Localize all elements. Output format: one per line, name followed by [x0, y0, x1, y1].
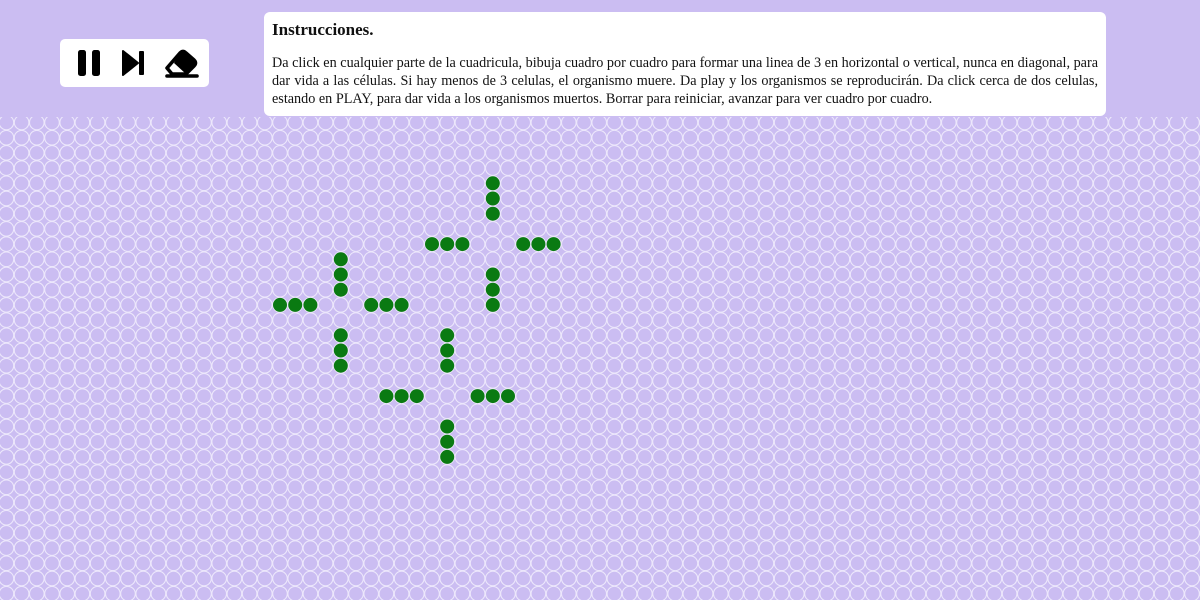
live-cell[interactable] — [394, 297, 409, 312]
live-cell[interactable] — [364, 297, 379, 312]
live-cell[interactable] — [303, 297, 318, 312]
live-cell[interactable] — [440, 358, 455, 373]
live-cell[interactable] — [485, 297, 500, 312]
live-cell[interactable] — [379, 297, 394, 312]
live-cell[interactable] — [333, 282, 348, 297]
live-cell[interactable] — [288, 297, 303, 312]
live-cell[interactable] — [333, 328, 348, 343]
live-cell[interactable] — [333, 358, 348, 373]
pause-button[interactable] — [69, 43, 109, 83]
live-cell[interactable] — [425, 237, 439, 252]
live-cell[interactable] — [440, 419, 455, 434]
toolbar — [60, 39, 209, 87]
live-cell[interactable] — [440, 343, 455, 358]
live-cell[interactable] — [273, 297, 287, 312]
live-cell[interactable] — [546, 237, 561, 252]
live-cell[interactable] — [333, 267, 348, 282]
live-cell[interactable] — [485, 206, 500, 221]
live-cell[interactable] — [485, 389, 500, 404]
live-cell[interactable] — [440, 434, 455, 449]
live-cell[interactable] — [485, 191, 500, 206]
live-cell[interactable] — [379, 389, 394, 404]
live-cells[interactable] — [273, 176, 561, 464]
instructions-panel: Instrucciones. Da click en cualquier par… — [264, 12, 1106, 116]
live-cell[interactable] — [333, 343, 348, 358]
eraser-icon — [165, 49, 199, 78]
erase-button[interactable] — [160, 43, 200, 83]
live-cell[interactable] — [516, 237, 531, 252]
grid-cell-outlines[interactable] — [0, 117, 1200, 600]
instructions-title: Instrucciones. — [272, 20, 374, 39]
live-cell[interactable] — [394, 389, 409, 404]
live-cell[interactable] — [409, 389, 424, 404]
live-cell[interactable] — [501, 389, 515, 404]
skip-forward-icon — [122, 50, 145, 76]
live-cell[interactable] — [485, 267, 500, 282]
grid-cells[interactable] — [0, 117, 1200, 600]
game-grid[interactable] — [0, 117, 1200, 600]
live-cell[interactable] — [440, 237, 455, 252]
live-cell[interactable] — [440, 328, 455, 343]
instructions-text: Da click en cualquier parte de la cuadri… — [272, 55, 1098, 107]
live-cell[interactable] — [470, 389, 485, 404]
live-cell[interactable] — [531, 237, 546, 252]
step-forward-button[interactable] — [114, 43, 154, 83]
live-cell[interactable] — [485, 282, 500, 297]
live-cell[interactable] — [440, 449, 455, 464]
pause-icon — [77, 50, 100, 76]
live-cell[interactable] — [333, 252, 348, 267]
live-cell[interactable] — [455, 237, 470, 252]
live-cell[interactable] — [485, 176, 500, 191]
